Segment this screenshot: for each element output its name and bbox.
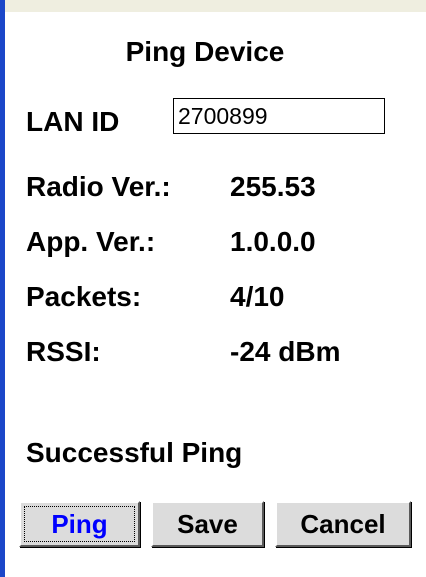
ping-device-dialog: Ping Device LAN ID Radio Ver.: 255.53 Ap…: [5, 12, 426, 577]
window-top-strip: [5, 0, 426, 12]
status-message: Successful Ping: [26, 437, 243, 468]
lan-id-input[interactable]: [173, 98, 385, 134]
radio-version-label: Radio Ver.:: [26, 171, 171, 202]
lan-id-label: LAN ID: [26, 106, 120, 137]
dialog-title: Ping Device: [125, 36, 285, 67]
ping-button[interactable]: Ping: [19, 501, 140, 547]
packets-label: Packets:: [26, 281, 142, 312]
cancel-button[interactable]: Cancel: [275, 501, 411, 547]
app-version-value: 1.0.0.0: [230, 226, 316, 257]
packets-value: 4/10: [230, 281, 285, 312]
rssi-value: -24 dBm: [230, 336, 341, 367]
app-version-label: App. Ver.:: [26, 226, 156, 257]
save-button[interactable]: Save: [151, 501, 264, 547]
rssi-label: RSSI:: [26, 336, 101, 367]
radio-version-value: 255.53: [230, 171, 316, 202]
